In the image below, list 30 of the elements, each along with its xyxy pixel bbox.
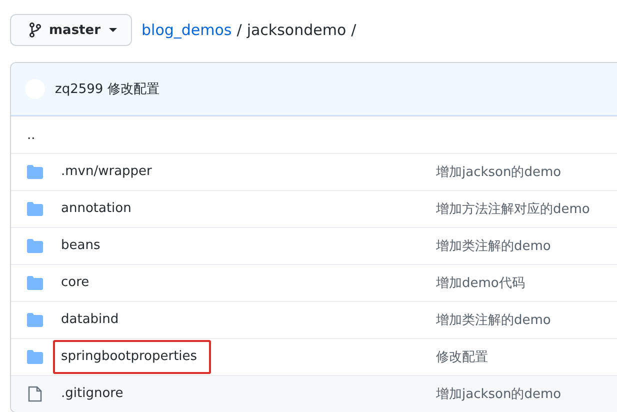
- commit-text: zq2599 修改配置: [55, 81, 160, 98]
- commit-message-link[interactable]: 修改配置: [436, 348, 488, 366]
- file-name-link[interactable]: .mvn/wrapper: [53, 155, 166, 189]
- folder-icon: [27, 239, 43, 253]
- commit-message-link[interactable]: 增加方法注解对应的demo: [436, 200, 590, 218]
- file-name-link[interactable]: springbootproperties: [53, 340, 212, 374]
- caret-icon: [108, 28, 116, 32]
- folder-icon: [27, 202, 43, 216]
- path-separator: /: [236, 21, 242, 39]
- file-icon: [27, 386, 43, 402]
- folder-icon: [27, 165, 43, 179]
- current-folder: jacksondemo: [246, 21, 346, 39]
- branch-selector[interactable]: master: [10, 14, 132, 46]
- branch-icon: [29, 22, 41, 38]
- commit-message-link[interactable]: 增加类注解的demo: [436, 237, 551, 255]
- commit-message-link[interactable]: 增加demo代码: [436, 274, 525, 292]
- file-name-link[interactable]: annotation: [53, 192, 146, 226]
- file-name-link[interactable]: databind: [53, 303, 133, 337]
- commit-message-link[interactable]: 增加类注解的demo: [436, 311, 551, 329]
- commit-message-link[interactable]: 增加jackson的demo: [436, 385, 562, 403]
- file-name-link[interactable]: beans: [53, 229, 114, 263]
- folder-icon: [27, 350, 43, 364]
- file-name-link[interactable]: core: [53, 266, 104, 300]
- parent-directory-link[interactable]: ..: [27, 128, 36, 142]
- folder-icon: [27, 276, 43, 290]
- file-name-link[interactable]: .gitignore: [53, 377, 138, 411]
- folder-icon: [27, 313, 43, 327]
- commit-message-link[interactable]: 增加jackson的demo: [436, 163, 562, 181]
- repo-link[interactable]: blog_demos: [142, 21, 232, 39]
- path-separator: /: [351, 21, 356, 39]
